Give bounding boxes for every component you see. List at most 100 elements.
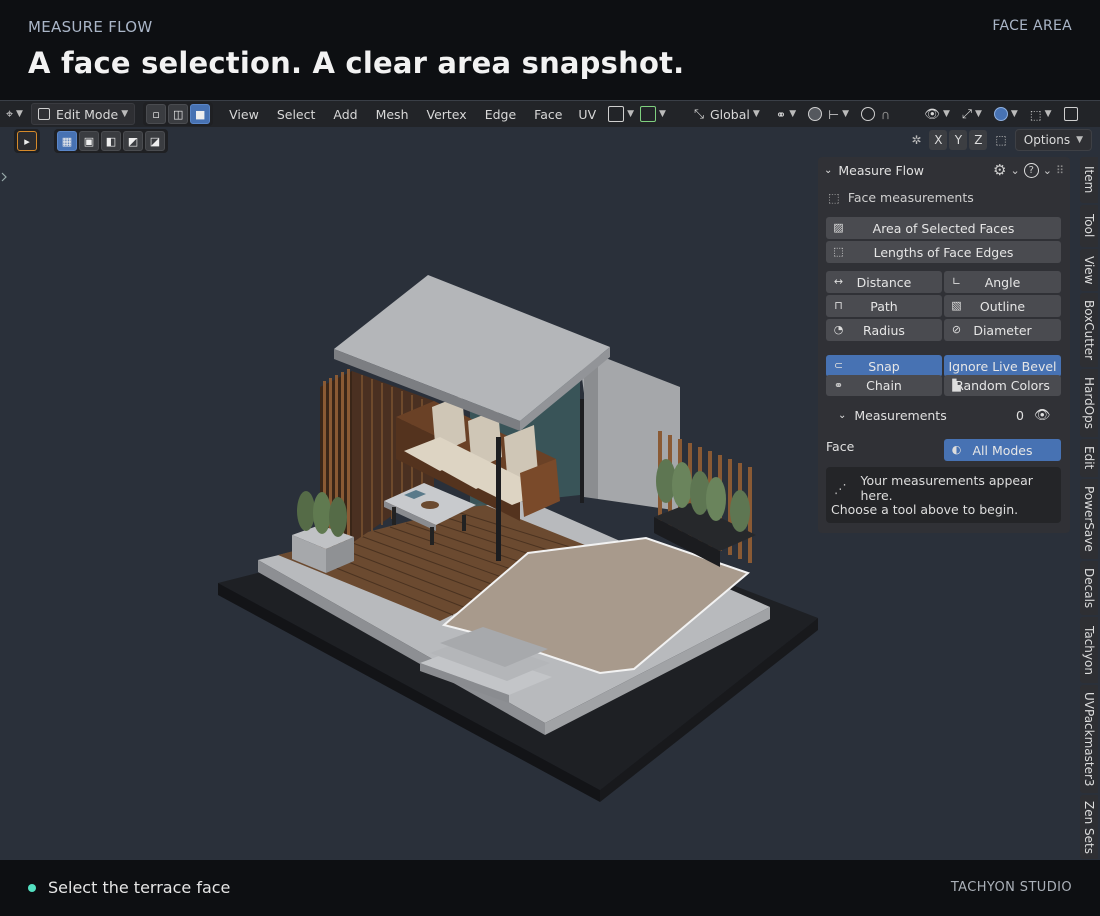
chevron-down-icon: ▼	[121, 109, 129, 119]
snapping-toggle[interactable]: ⊢ ▼	[802, 103, 855, 125]
pivot-dropdown[interactable]: ⚭ ▼	[770, 103, 802, 125]
drag-handle-icon[interactable]: ⠿	[1056, 164, 1064, 177]
menu-face[interactable]: Face	[528, 103, 568, 125]
menu-uv[interactable]: UV	[572, 103, 602, 125]
chevron-down-icon: ▼	[627, 109, 635, 119]
gear-icon[interactable]: ⚙	[993, 161, 1006, 179]
path-button[interactable]: ⊓ Path	[826, 295, 942, 317]
mesh-symmetry-icon: ⬚	[995, 133, 1007, 147]
chevron-down-icon: ▼	[789, 109, 797, 119]
panel-title: Measure Flow	[838, 162, 925, 178]
chevron-down-icon: ▼	[842, 109, 849, 119]
edge-select-button[interactable]: ◫	[168, 104, 189, 124]
area-of-selected-faces-button[interactable]: ▨ Area of Selected Faces	[826, 217, 1061, 239]
ignore-live-bevel-toggle[interactable]: Ignore Live Bevel	[944, 355, 1061, 377]
snap-label: Snap	[868, 358, 900, 374]
snap-element-dropdown[interactable]: ▼ ▼	[602, 103, 672, 125]
measurements-subpanel-header[interactable]: ⌄ Measurements	[838, 408, 947, 423]
editor-type-button[interactable]: ⌖ ▼	[0, 103, 29, 125]
select-invert-button[interactable]: ◩	[123, 131, 143, 151]
mesh-overlay-icon: ⬚	[1029, 106, 1042, 122]
radius-label: Radius	[863, 322, 905, 338]
help-icon[interactable]: ?	[1023, 162, 1039, 178]
tab-item[interactable]: Item	[1080, 157, 1098, 203]
select-subtract-button[interactable]: ◧	[101, 131, 121, 151]
xray-toggle[interactable]	[1058, 103, 1084, 125]
left-sidebar-toggle-icon[interactable]	[1, 172, 7, 182]
chevron-down-icon: ⌄	[838, 410, 847, 421]
tab-label: BoxCutter	[1082, 299, 1096, 361]
tab-label: View	[1082, 255, 1096, 285]
mode-dropdown[interactable]: Edit Mode ▼	[30, 103, 136, 125]
tab-zen-sets[interactable]: Zen Sets	[1080, 795, 1098, 859]
tab-tachyon[interactable]: Tachyon	[1080, 617, 1098, 683]
tab-hardops[interactable]: HardOps	[1080, 369, 1098, 437]
gizmo-dropdown[interactable]: ⤢ ▼	[956, 103, 988, 125]
snap-toggle[interactable]: ⊂ Snap	[826, 355, 942, 377]
path-icon: ⊓	[834, 299, 843, 312]
all-modes-dropdown[interactable]: ◐ All Modes	[944, 439, 1061, 461]
axis-y-toggle[interactable]: Y	[949, 130, 968, 150]
eye-icon[interactable]: 👁	[1034, 408, 1051, 423]
tab-view[interactable]: View	[1080, 249, 1098, 291]
menu-view[interactable]: View	[223, 103, 265, 125]
proportional-edit-icon	[861, 107, 875, 121]
tab-edit[interactable]: Edit	[1080, 439, 1098, 477]
radius-button[interactable]: ◔ Radius	[826, 319, 942, 341]
random-colors-toggle[interactable]: ▙ Random Colors	[944, 375, 1061, 396]
snap-element-icon	[608, 106, 625, 122]
cursor-arrow-icon: ▸	[24, 134, 30, 148]
diameter-label: Diameter	[973, 322, 1032, 338]
face-label: Face	[826, 439, 855, 454]
proportional-icon	[640, 106, 657, 122]
mode-label: Edit Mode	[55, 106, 119, 122]
mesh-overlay-dropdown[interactable]: ⬚ ▼	[1024, 103, 1058, 125]
select-new-button[interactable]: ▦	[57, 131, 77, 151]
angle-button[interactable]: ∟ Angle	[944, 271, 1061, 293]
menu-vertex[interactable]: Vertex	[421, 103, 473, 125]
section-label: Face measurements	[847, 190, 974, 205]
menu-mesh[interactable]: Mesh	[370, 103, 415, 125]
tab-uvpackmaster3[interactable]: UVPackmaster3	[1080, 685, 1098, 793]
orientation-dropdown[interactable]: ⤡ Global ▼	[688, 103, 766, 125]
orientation-label: Global	[709, 106, 750, 122]
proportional-edit-toggle[interactable]: ∩	[855, 103, 896, 125]
diameter-button[interactable]: ⊘ Diameter	[944, 319, 1061, 341]
tab-boxcutter[interactable]: BoxCutter	[1080, 293, 1098, 367]
chevron-down-icon[interactable]: ⌄	[1043, 164, 1052, 177]
select-intersect-button[interactable]: ◪	[145, 131, 165, 151]
lengths-of-face-edges-button[interactable]: ⬚ Lengths of Face Edges	[826, 241, 1061, 263]
falloff-icon: ∩	[881, 106, 891, 122]
vertex-select-button[interactable]: ▫	[146, 104, 167, 124]
path-label: Path	[870, 298, 898, 314]
tab-decals[interactable]: Decals	[1080, 561, 1098, 615]
chevron-down-icon: ▼	[659, 109, 666, 119]
axis-z-toggle[interactable]: Z	[969, 130, 988, 150]
transform-orientation-icon: ⤡	[693, 106, 704, 121]
panel-header[interactable]: ⌄ Measure Flow	[824, 159, 924, 181]
ignore-bevel-label: Ignore Live Bevel	[948, 358, 1057, 374]
outline-button[interactable]: ▧ Outline	[944, 295, 1061, 317]
face-select-button[interactable]: ■	[190, 104, 211, 124]
menu-add[interactable]: Add	[327, 103, 363, 125]
chevron-down-icon: ⌄	[824, 164, 833, 176]
chain-toggle[interactable]: ⚭ Chain	[826, 375, 942, 396]
chevron-down-icon: ▼	[1010, 109, 1018, 119]
distance-button[interactable]: ↔ Distance	[826, 271, 942, 293]
menu-edge[interactable]: Edge	[479, 103, 522, 125]
tab-powersave[interactable]: PowerSave	[1080, 479, 1098, 559]
select-tool-button[interactable]: ▸	[17, 131, 37, 151]
section-tag: FACE AREA	[992, 18, 1072, 34]
chevron-down-icon[interactable]: ⌄	[1011, 164, 1020, 177]
tab-label: Zen Sets	[1082, 800, 1096, 854]
tab-tool[interactable]: Tool	[1080, 205, 1098, 247]
overlay-dropdown[interactable]: ▼	[988, 103, 1024, 125]
footer-bar: Select the terrace face TACHYON STUDIO	[0, 860, 1100, 916]
axis-x-toggle[interactable]: X	[929, 130, 948, 150]
select-extend-icon: ▣	[83, 134, 95, 148]
select-extend-button[interactable]: ▣	[79, 131, 99, 151]
options-dropdown[interactable]: Options ▼	[1014, 129, 1092, 151]
menu-select[interactable]: Select	[271, 103, 322, 125]
visibility-dropdown[interactable]: 👁 ▼	[918, 103, 956, 125]
dashed-ruler-icon: ⋰	[834, 480, 847, 496]
